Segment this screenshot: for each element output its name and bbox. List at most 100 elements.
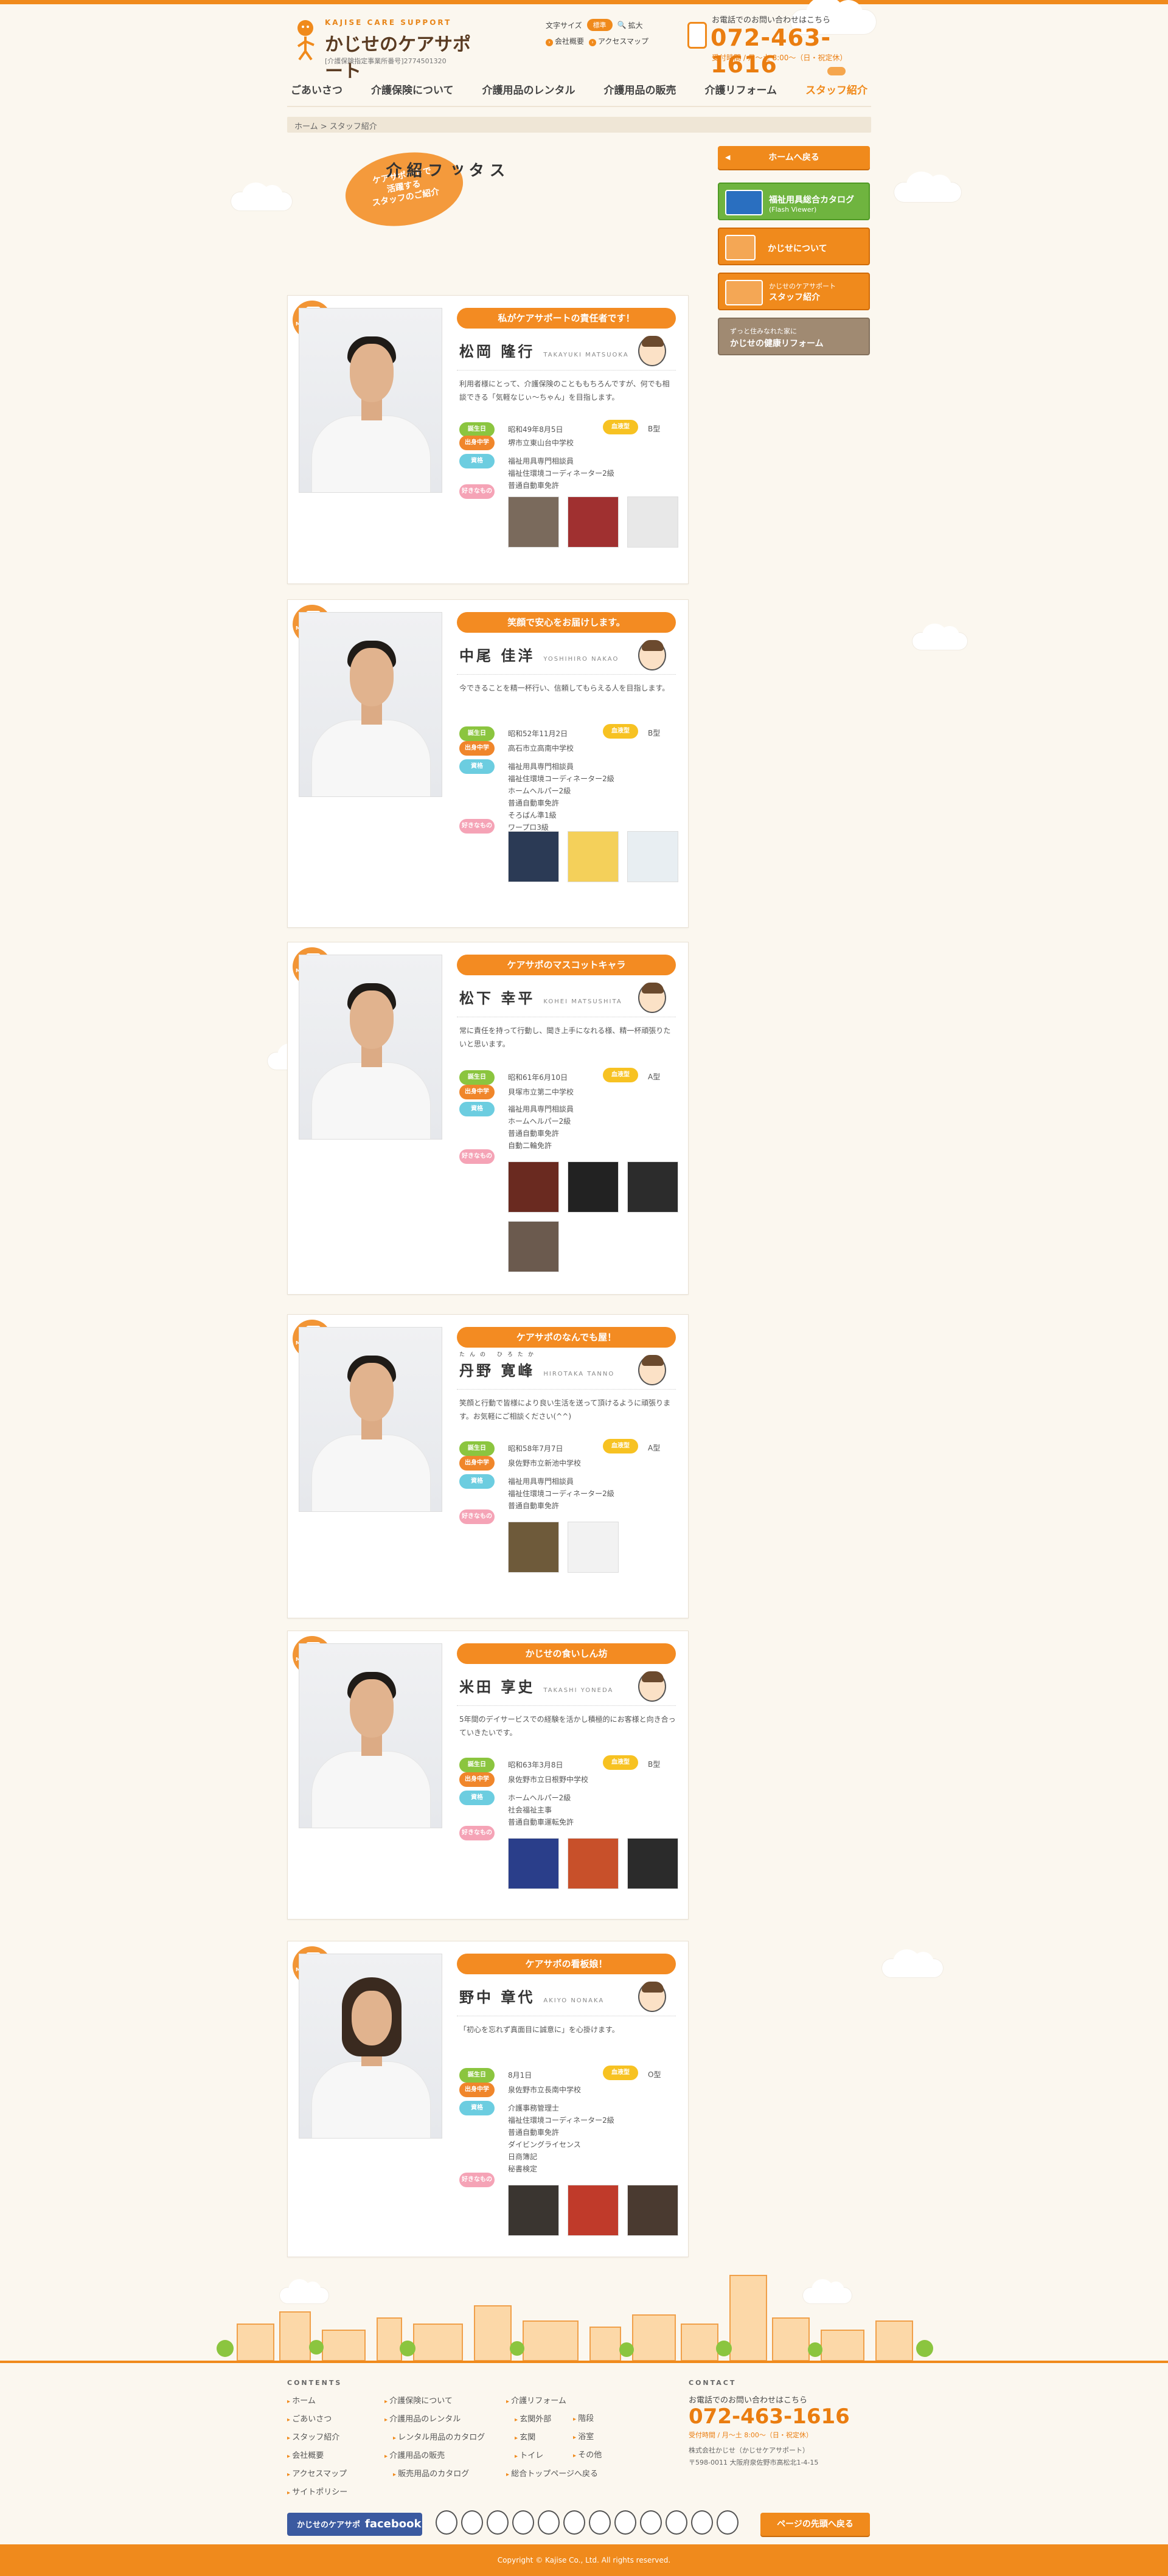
birthday-value: 昭和58年7月7日 [508, 1444, 563, 1453]
reform-title: かじせの健康リフォーム [730, 339, 824, 349]
favorite-photo[interactable] [508, 1522, 559, 1573]
footer-link[interactable]: ごあいさつ [287, 2411, 347, 2429]
back-home-button[interactable]: ホームへ戻る [718, 146, 870, 169]
footer-link[interactable]: その他 [573, 2446, 602, 2465]
favorite-photo[interactable] [508, 1838, 559, 1889]
favorite-photo[interactable] [568, 496, 619, 548]
nav-rental[interactable]: 介護用品のレンタル [479, 75, 579, 103]
staff-name-row: たんの ひろたか 丹野 寛峰 HIROTAKA TANNO [459, 1352, 614, 1380]
arrow-icon: › [589, 38, 597, 46]
arrow-icon: › [546, 38, 553, 46]
utility-links: 文字サイズ 標準 🔍 拡大 › 会社概要 › アクセスマップ [546, 17, 680, 49]
footer-link[interactable]: アクセスマップ [287, 2465, 347, 2484]
staff-catchphrase: ケアサポのなんでも屋！ [457, 1327, 676, 1348]
photo-head [350, 1679, 394, 1738]
staff-group-icon [725, 280, 763, 305]
favorite-photo[interactable] [568, 1838, 619, 1889]
favorite-photo[interactable] [508, 2185, 559, 2236]
favorite-photo[interactable] [627, 1161, 678, 1213]
footer-link[interactable]: 介護リフォーム [506, 2392, 598, 2411]
favorite-photo[interactable] [508, 831, 559, 882]
birthday-value: 8月1日 [508, 2071, 532, 2080]
footer-link[interactable]: 介護保険について [384, 2392, 485, 2411]
face-icon [717, 2510, 739, 2535]
favorite-photo[interactable] [508, 1221, 559, 1272]
favorite-photo[interactable] [568, 2185, 619, 2236]
nav-greeting[interactable]: ごあいさつ [287, 75, 346, 103]
school-value: 高石市立高南中学校 [508, 744, 574, 753]
nav-staff[interactable]: スタッフ紹介 [802, 66, 871, 103]
blood-value: O型 [648, 2070, 661, 2079]
photo-head [350, 648, 394, 706]
staff-card: MORE SHOT ケアサポのなんでも屋！ たんの ひろたか 丹野 寛峰 HIR… [287, 1314, 689, 1618]
license-value: ホームヘルパー2級 社会福祉主事 普通自動車運転免許 [508, 1794, 574, 1826]
school-label: 出身中学 [459, 1456, 495, 1471]
page-bubble: ケアサポートで 活躍する スタッフのご紹介 [339, 143, 469, 235]
font-size-large-button[interactable]: 🔍 拡大 [617, 20, 643, 30]
favorite-photo[interactable] [627, 1838, 678, 1889]
reform-button[interactable]: ずっと住みなれた家に かじせの健康リフォーム [718, 318, 870, 355]
footer-tel-caption: お電話でのお問い合わせはこちら [689, 2396, 808, 2405]
about-button[interactable]: かじせについて [718, 228, 870, 265]
footer-link[interactable]: 階段 [573, 2410, 602, 2428]
site-logo[interactable]: KAJISE CARE SUPPORT かじせのケアサポート [介護保険指定事業… [293, 16, 488, 82]
staff-title: スタッフ紹介 [769, 293, 820, 302]
staff-card: MORE SHOT かじせの食いしん坊 米田 享史 TAKASHI YONEDA… [287, 1631, 689, 1920]
footer-link[interactable]: サイトポリシー [287, 2484, 347, 2502]
staff-name-row: 松岡 隆行 TAKAYUKI MATSUOKA [459, 339, 629, 361]
license-value: 福祉用具専門相談員 福祉住環境コーディネーター2級 普通自動車免許 [508, 457, 614, 490]
blood-value: A型 [648, 1073, 661, 1081]
nav-insurance[interactable]: 介護保険について [367, 75, 457, 103]
favorite-photo[interactable] [508, 1161, 559, 1213]
nav-sales[interactable]: 介護用品の販売 [600, 75, 680, 103]
favorite-label: 好きなもの [459, 2173, 495, 2187]
favorite-photo[interactable] [627, 2185, 678, 2236]
school-label: 出身中学 [459, 741, 495, 756]
favorite-photo[interactable] [508, 496, 559, 548]
facebook-button[interactable]: かじせのケアサポ facebook [287, 2513, 422, 2536]
footer-company: 株式会社かじせ（かじせケアサポート） 〒598-0011 大阪府泉佐野市高松北1… [689, 2445, 818, 2469]
footer-tel-number[interactable]: 072-463-1616 [689, 2404, 850, 2429]
font-size-standard-button[interactable]: 標準 [586, 19, 613, 31]
blood-label: 血液型 [603, 1755, 638, 1770]
footer-link[interactable]: 総合トップページへ戻る [506, 2465, 598, 2484]
footer-link[interactable]: 介護用品の販売 [384, 2447, 485, 2465]
tel-number[interactable]: 072-463-1616 [711, 24, 870, 78]
access-link-label: アクセスマップ [598, 37, 649, 46]
license-label: 資格 [459, 1102, 495, 1116]
photo-head [350, 344, 394, 402]
license-label: 資格 [459, 2101, 495, 2115]
favorite-photo[interactable] [568, 1161, 619, 1213]
face-icon [691, 2510, 713, 2535]
favorite-photo[interactable] [568, 831, 619, 882]
divider [457, 1705, 676, 1706]
favorite-photo[interactable] [627, 496, 678, 548]
staff-small: かじせのケアサポート [769, 282, 836, 290]
catalog-sub: (Flash Viewer) [769, 206, 817, 214]
footer-link[interactable]: 浴室 [573, 2428, 602, 2446]
staff-button[interactable]: かじせのケアサポート スタッフ紹介 [718, 273, 870, 310]
favorite-label: 好きなもの [459, 484, 495, 499]
staff-face-icon [638, 336, 666, 366]
favorite-photo[interactable] [568, 1522, 619, 1573]
footer-col1: ホーム ごあいさつ スタッフ紹介 会社概要 アクセスマップ サイトポリシー [287, 2392, 347, 2502]
tel-caption: お電話でのお問い合わせはこちら [712, 16, 831, 25]
birthday-value: 昭和61年6月10日 [508, 1073, 568, 1082]
footer-line [0, 2361, 1168, 2363]
catalog-title: 福祉用具総合カタログ [769, 195, 854, 205]
staff-face-icon [638, 1982, 666, 2012]
photo-body [311, 720, 431, 796]
access-link[interactable]: › アクセスマップ [589, 36, 648, 46]
company-name: 株式会社かじせ（かじせケアサポート） [689, 2446, 809, 2454]
footer-link[interactable]: 販売用品のカタログ [384, 2465, 485, 2484]
footer-link[interactable]: 会社概要 [287, 2447, 347, 2465]
page-top-button[interactable]: ページの先頭へ戻る [760, 2513, 870, 2536]
company-link[interactable]: › 会社概要 [546, 36, 584, 46]
footer-link[interactable]: 介護用品のレンタル [384, 2411, 485, 2429]
footer-link[interactable]: レンタル用品のカタログ [384, 2429, 485, 2447]
catalog-button[interactable]: 福祉用具総合カタログ (Flash Viewer) [718, 183, 870, 220]
footer-link[interactable]: ホーム [287, 2392, 347, 2411]
footer-link[interactable]: スタッフ紹介 [287, 2429, 347, 2447]
favorite-photo[interactable] [627, 831, 678, 882]
nav-reform[interactable]: 介護リフォーム [701, 75, 781, 103]
